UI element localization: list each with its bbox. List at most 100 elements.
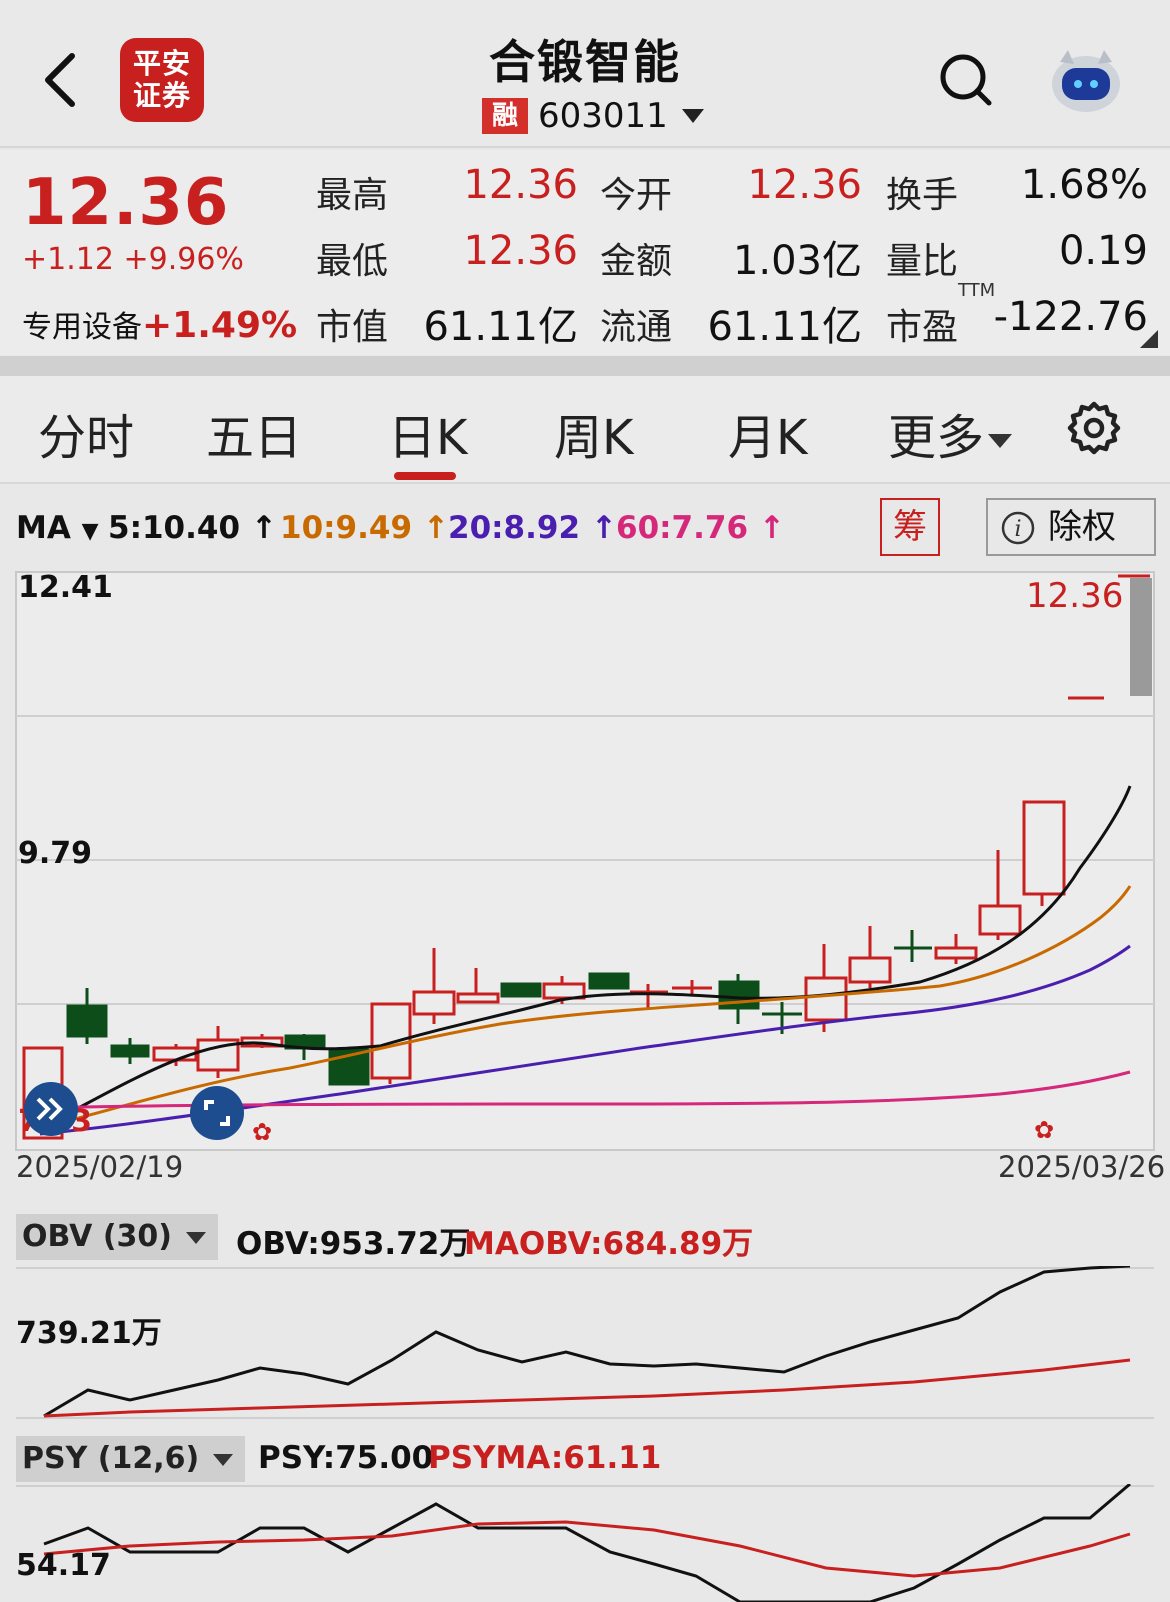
sector-percent: +1.49% — [142, 305, 298, 346]
tab-more[interactable]: 更多 — [888, 398, 1013, 468]
expand-left-button[interactable] — [24, 1082, 78, 1136]
section-divider — [0, 356, 1170, 376]
obv-chart[interactable]: 739.21万 — [0, 1266, 1170, 1420]
active-tab-indicator — [394, 472, 456, 480]
sector-name: 专用设备 — [22, 310, 142, 345]
chevron-down-icon — [213, 1453, 234, 1466]
current-price: 12.36 — [22, 166, 230, 240]
expand-corner-icon[interactable] — [1140, 330, 1158, 348]
pe-value: -122.76 — [993, 294, 1148, 340]
psy-axis-label: 54.17 — [16, 1548, 111, 1583]
sector-change[interactable]: 专用设备+1.49% — [22, 302, 297, 346]
maobv-value: MAOBV:684.89万 — [464, 1226, 754, 1262]
candle — [456, 992, 500, 1004]
app-header: 平安 证券 合锻智能 融 603011 — [0, 0, 1170, 148]
obv-indicator-selector[interactable]: OBV (30) — [16, 1214, 218, 1260]
chevron-down-icon: ▼ — [81, 519, 99, 544]
candle — [804, 976, 848, 1022]
chip-distribution-button[interactable]: 筹 — [880, 498, 940, 556]
ma20-value: 20:8.92 ↑ — [448, 510, 617, 546]
chevron-down-icon — [681, 109, 704, 123]
volume-ratio-label: 量比 — [886, 241, 959, 282]
y-axis-mid-label: 9.79 — [18, 836, 93, 871]
psy-value: PSY:75.00 — [258, 1440, 434, 1476]
tab-intraday[interactable]: 分时 — [38, 398, 134, 468]
y-axis-top-label: 12.41 — [18, 570, 113, 605]
ma60-value: 60:7.76 ↑ — [616, 510, 785, 546]
ma-label: MA — [16, 510, 71, 546]
candle — [110, 1044, 150, 1058]
tab-weekly-k[interactable]: 周K — [554, 398, 633, 468]
candle — [66, 1004, 108, 1038]
obv-chart-svg — [16, 1266, 1154, 1419]
amount-label: 金额 — [600, 241, 673, 282]
candlestick-chart-svg: ✿ ✿ — [15, 571, 1155, 1151]
high-value: 12.36 — [463, 162, 578, 208]
event-marker-icon[interactable]: ✿ — [252, 1118, 272, 1146]
candle — [588, 972, 630, 990]
maobv-line — [43, 1358, 1131, 1418]
candle — [500, 982, 542, 998]
chevron-down-icon — [186, 1231, 206, 1244]
tab-monthly-k[interactable]: 月K — [728, 398, 807, 468]
svg-text:i: i — [1014, 517, 1021, 542]
info-icon: i — [1001, 511, 1035, 545]
event-marker-icon[interactable]: ✿ — [1034, 1116, 1054, 1144]
price-change: +1.12 +9.96% — [22, 242, 244, 277]
fullscreen-icon — [204, 1100, 230, 1126]
ma5-value: 5:10.40 ↑ — [108, 510, 277, 546]
ai-assistant-robot-icon[interactable] — [1048, 48, 1124, 114]
psy-selector-label: PSY (12,6) — [22, 1441, 200, 1476]
stock-code-selector[interactable]: 融 603011 — [482, 96, 704, 136]
obv-value: OBV:953.72万 — [236, 1226, 471, 1262]
amount-value: 1.03亿 — [732, 238, 862, 284]
fullscreen-button[interactable] — [190, 1086, 244, 1140]
low-label: 最低 — [316, 241, 389, 282]
candle — [848, 956, 892, 984]
chart-scroll-handle[interactable] — [1130, 578, 1152, 696]
candle — [412, 990, 456, 1016]
psy-header: PSY (12,6) PSY:75.00 PSYMA:61.11 — [0, 1432, 1170, 1488]
candle — [934, 946, 978, 960]
ma-selector[interactable]: MA ▼ — [16, 510, 99, 546]
pe-label: 市盈 — [886, 307, 959, 348]
open-value: 12.36 — [747, 162, 862, 208]
tab-more-label: 更多 — [888, 410, 985, 466]
psyma-value: PSYMA:61.11 — [428, 1440, 662, 1476]
quote-panel: 12.36 +1.12 +9.96% 专用设备+1.49% 最高 12.36 今… — [0, 150, 1170, 355]
volume-ratio-value: 0.19 — [1058, 228, 1148, 274]
tab-daily-k[interactable]: 日K — [388, 398, 467, 468]
obv-header: OBV (30) OBV:953.72万 MAOBV:684.89万 — [0, 1210, 1170, 1266]
ex-rights-label: 除权 — [1048, 507, 1116, 547]
candle — [542, 982, 586, 1000]
obv-selector-label: OBV (30) — [22, 1219, 172, 1254]
candle — [1022, 800, 1066, 896]
gear-icon[interactable] — [1066, 400, 1122, 456]
x-axis-end-date: 2025/03/26 — [998, 1150, 1166, 1184]
low-value: 12.36 — [463, 228, 578, 274]
float-cap-label: 流通 — [600, 307, 673, 348]
psy-indicator-selector[interactable]: PSY (12,6) — [16, 1436, 246, 1482]
margin-trading-badge: 融 — [482, 98, 528, 134]
turnover-value: 1.68% — [1020, 162, 1148, 208]
ma10-value: 10:9.49 ↑ — [280, 510, 449, 546]
chevron-down-icon — [988, 434, 1013, 448]
ex-rights-button[interactable]: i 除权 — [986, 498, 1156, 556]
search-icon[interactable] — [938, 52, 994, 108]
market-cap-value: 61.11亿 — [423, 304, 578, 350]
candlestick-chart[interactable]: ✿ ✿ 12.41 9.79 7.23 12.36 2025/02/19 202… — [0, 568, 1170, 1218]
psyma-line — [43, 1520, 1131, 1578]
moving-average-bar: MA ▼ 5:10.40 ↑ 10:9.49 ↑ 20:8.92 ↑ 60:7.… — [0, 484, 1170, 568]
candle — [978, 904, 1022, 936]
float-cap-value: 61.11亿 — [707, 304, 862, 350]
obv-line — [43, 1266, 1131, 1418]
tab-five-day[interactable]: 五日 — [206, 398, 302, 468]
stock-code: 603011 — [538, 96, 668, 136]
obv-axis-label: 739.21万 — [16, 1316, 162, 1351]
double-chevron-right-icon — [36, 1097, 63, 1121]
market-cap-label: 市值 — [316, 307, 389, 348]
stock-name: 合锻智能 — [489, 35, 681, 89]
last-price-label: 12.36 — [1026, 576, 1124, 616]
high-label: 最高 — [316, 175, 389, 216]
psy-chart[interactable]: 54.17 — [0, 1484, 1170, 1602]
